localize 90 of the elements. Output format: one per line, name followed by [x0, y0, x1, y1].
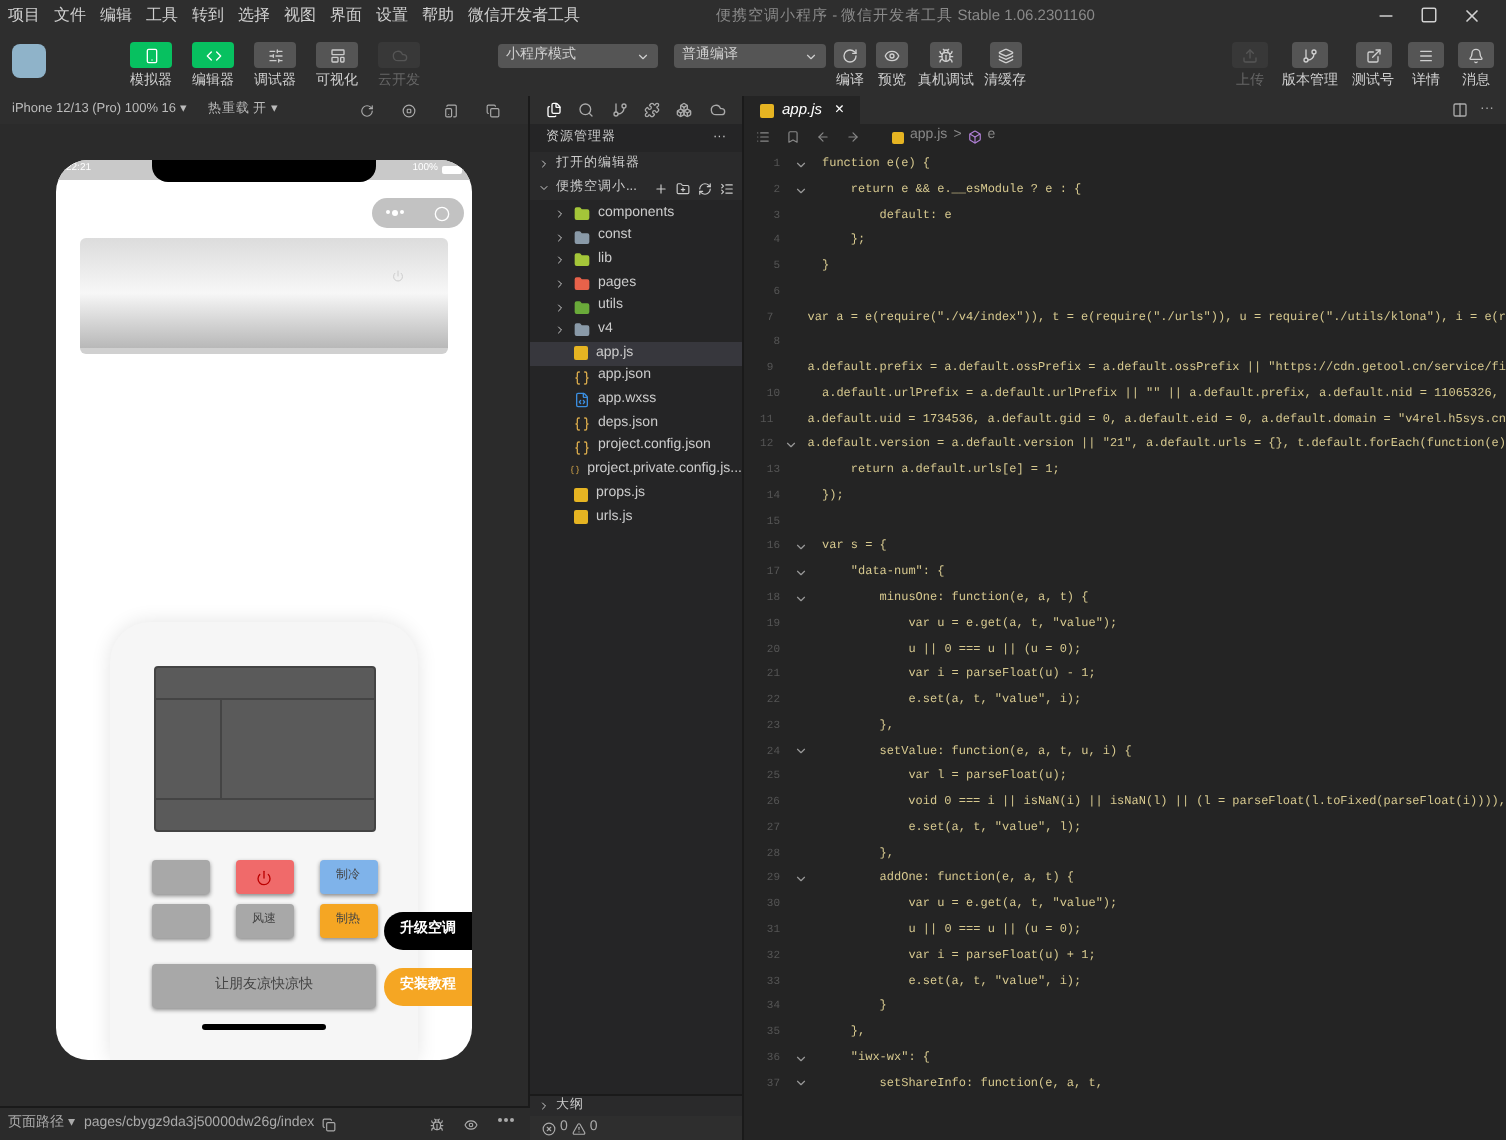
refresh-icon[interactable]: [698, 181, 712, 195]
upload-icon: [1242, 47, 1258, 63]
fold-chevron-icon[interactable]: [794, 566, 808, 581]
caret-icon: [804, 49, 818, 63]
menu-item[interactable]: 界面: [330, 4, 362, 28]
cloud-icon[interactable]: [709, 102, 726, 118]
files-icon[interactable]: [546, 102, 563, 118]
braces-icon: [569, 462, 580, 479]
menu-item[interactable]: 工具: [146, 4, 178, 28]
puzzle-icon[interactable]: [644, 102, 661, 118]
fold-chevron-icon[interactable]: [783, 438, 798, 453]
close-tab-button[interactable]: ×: [834, 98, 844, 122]
power-icon: [256, 869, 272, 885]
menu-item[interactable]: 选择: [238, 4, 270, 28]
bookmark-icon[interactable]: [786, 130, 800, 144]
maximize-icon[interactable]: [1420, 6, 1438, 24]
code-icon: [205, 47, 221, 63]
refresh-icon[interactable]: [360, 103, 374, 117]
more-dots-icon[interactable]: [386, 210, 405, 216]
close-icon[interactable]: [1462, 6, 1482, 26]
mode-button[interactable]: [130, 42, 172, 68]
toolbar-button[interactable]: [1458, 42, 1494, 68]
boxes-icon[interactable]: [676, 102, 693, 118]
list-icon[interactable]: [756, 130, 770, 144]
phone-icon: [143, 47, 159, 63]
home-indicator: [202, 1024, 326, 1030]
error-icon[interactable]: [542, 1121, 556, 1135]
menu-icon: [1418, 47, 1434, 63]
js-file-icon: [760, 103, 774, 117]
fold-chevron-icon[interactable]: [794, 540, 808, 555]
copy-icon[interactable]: [322, 1117, 337, 1131]
fold-chevron-icon[interactable]: [794, 591, 808, 606]
avatar[interactable]: [12, 44, 46, 78]
toolbar-button[interactable]: [1408, 42, 1444, 68]
cloud-icon: [391, 47, 407, 63]
fold-chevron-icon[interactable]: [794, 872, 808, 887]
bell-icon: [1468, 47, 1484, 63]
split-editor-icon[interactable]: [1452, 102, 1468, 118]
fold-chevron-icon[interactable]: [794, 157, 808, 172]
fold-chevron-icon[interactable]: [794, 1051, 808, 1066]
search-icon[interactable]: [578, 102, 595, 118]
menu-item[interactable]: 文件: [54, 4, 86, 28]
new-folder-icon[interactable]: [676, 181, 690, 195]
toolbar-button[interactable]: [1292, 42, 1328, 68]
js-file-icon: [892, 131, 904, 143]
cube-icon: [967, 130, 982, 144]
eye-icon[interactable]: [464, 1117, 478, 1131]
external-link-icon: [1365, 47, 1381, 63]
menu-item[interactable]: 转到: [192, 4, 224, 28]
new-file-icon[interactable]: [654, 181, 668, 195]
braces-icon: [574, 439, 590, 456]
menu-item[interactable]: 设置: [376, 4, 408, 28]
chevron-icon: [538, 1100, 550, 1112]
mode-button[interactable]: [316, 42, 358, 68]
branch-icon[interactable]: [611, 102, 628, 118]
braces-icon: [574, 369, 590, 386]
refresh-icon: [842, 47, 858, 63]
back-icon[interactable]: [816, 130, 830, 144]
menu-item[interactable]: 项目: [8, 4, 40, 28]
menu-item[interactable]: 编辑: [100, 4, 132, 28]
phone-icon[interactable]: [444, 103, 458, 117]
action-button[interactable]: [834, 42, 866, 68]
branch-icon: [1302, 47, 1318, 63]
eye-icon: [884, 47, 900, 63]
menu-item[interactable]: 微信开发者工具: [468, 4, 580, 28]
layout-icon: [329, 47, 345, 63]
layers-icon: [997, 47, 1013, 63]
js-file-icon: [574, 346, 588, 361]
action-button[interactable]: [930, 42, 962, 68]
mode-button[interactable]: [254, 42, 296, 68]
action-button[interactable]: [876, 42, 908, 68]
battery-icon: [442, 166, 462, 174]
stop-icon[interactable]: [402, 103, 416, 117]
menu-item[interactable]: 视图: [284, 4, 316, 28]
fold-chevron-icon[interactable]: [794, 183, 808, 198]
fold-chevron-icon[interactable]: [794, 1076, 808, 1091]
warning-icon[interactable]: [571, 1121, 586, 1135]
braces-icon: [574, 416, 590, 433]
menu-item[interactable]: 帮助: [422, 4, 454, 28]
style-file-icon: [574, 392, 590, 409]
toolbar-button[interactable]: [1355, 42, 1391, 68]
bug-icon[interactable]: [430, 1117, 444, 1131]
copy-icon[interactable]: [486, 103, 500, 117]
forward-icon[interactable]: [846, 130, 860, 144]
action-button[interactable]: [989, 42, 1021, 68]
collapse-icon[interactable]: [720, 181, 734, 195]
bug-icon: [938, 47, 954, 63]
caret-icon: [636, 49, 650, 63]
sliders-icon: [267, 47, 283, 63]
fold-chevron-icon[interactable]: [794, 744, 808, 759]
